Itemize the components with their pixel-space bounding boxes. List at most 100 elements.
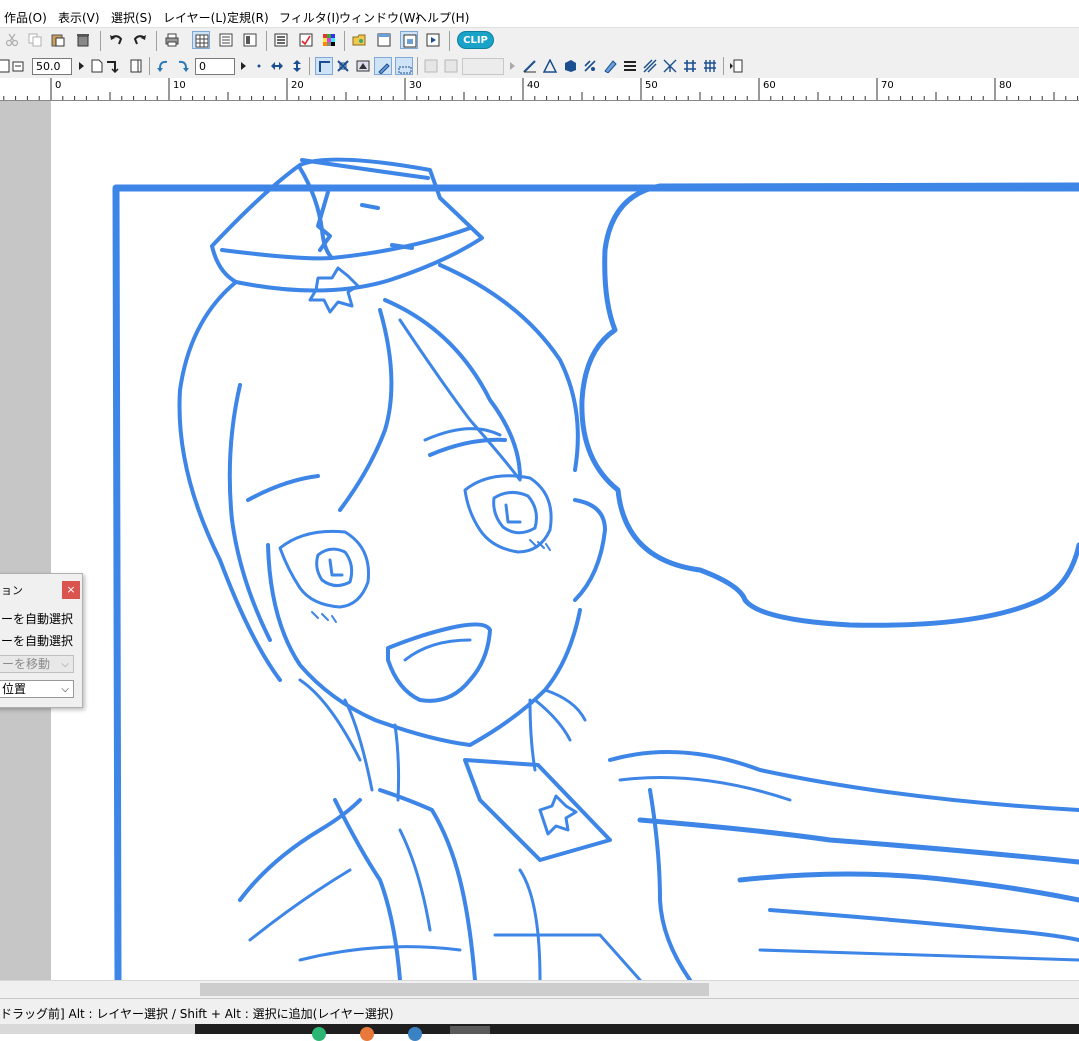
ruler-label-50: 50 xyxy=(645,80,658,91)
animation-icon[interactable] xyxy=(424,31,442,49)
sleeve-lower xyxy=(737,871,1079,903)
ruler-label-40: 40 xyxy=(527,80,540,91)
select-invert-icon[interactable] xyxy=(354,57,372,75)
layer-panel-icon[interactable] xyxy=(272,31,290,49)
menu-item-help[interactable]: ヘルプ(H) xyxy=(415,9,469,26)
menu-item-select[interactable]: 選択(S) xyxy=(111,9,152,26)
toolbar-separator xyxy=(417,57,418,75)
more-commands-icon[interactable] xyxy=(727,57,745,75)
collar-left xyxy=(378,788,477,980)
menu-item-filter[interactable]: フィルタ(I) xyxy=(279,9,340,26)
material-icon[interactable] xyxy=(350,31,368,49)
line-art-canvas[interactable] xyxy=(51,101,1079,980)
collar-right xyxy=(463,758,612,862)
menu-item-ruler[interactable]: 定規(R) xyxy=(227,9,269,26)
speech-bubble xyxy=(579,182,1079,628)
select-all-icon[interactable] xyxy=(334,57,352,75)
taskbar-active-app[interactable] xyxy=(450,1026,490,1034)
color-palette-icon[interactable] xyxy=(320,31,338,49)
page-manage-icon[interactable] xyxy=(127,57,145,75)
taskbar-app-icon[interactable] xyxy=(360,1027,374,1041)
focus-lines-icon[interactable] xyxy=(661,57,679,75)
shoulder-left-2 xyxy=(248,868,352,942)
tongue xyxy=(403,638,472,662)
special-ruler-icon[interactable] xyxy=(561,57,579,75)
ruler-pen-icon[interactable] xyxy=(521,57,539,75)
clear-icon[interactable] xyxy=(74,31,92,49)
menu-item-view[interactable]: 表示(V) xyxy=(58,9,100,26)
cut-icon[interactable] xyxy=(3,31,21,49)
left-eye xyxy=(278,529,371,609)
horizontal-ruler: 0 10 20 30 40 50 60 70 80 xyxy=(0,78,1079,101)
paste-icon[interactable] xyxy=(49,31,67,49)
view-grid-icon[interactable] xyxy=(192,31,210,49)
panel-option-auto-select-1[interactable]: ーを自動選択 xyxy=(1,610,73,627)
select-corner-icon[interactable] xyxy=(315,57,333,75)
jacket-front xyxy=(493,868,642,980)
menu-bar: 作品(O) 表示(V) 選択(S) レイヤー(L) 定規(R) フィルタ(I) … xyxy=(0,6,1079,27)
hat-fold-2 xyxy=(316,190,332,252)
ear-right xyxy=(573,498,607,602)
rotate-left-icon[interactable] xyxy=(154,57,172,75)
symmetry-ruler-icon[interactable] xyxy=(581,57,599,75)
taskbar-app-icon[interactable] xyxy=(312,1027,326,1041)
print-icon[interactable] xyxy=(163,31,181,49)
view-story-icon[interactable] xyxy=(241,31,259,49)
hash-grid-icon[interactable] xyxy=(701,57,719,75)
hair-side-right xyxy=(438,263,580,472)
hair-back-right xyxy=(533,688,587,742)
sleeve-fold xyxy=(648,788,692,980)
panel-option-auto-select-2[interactable]: ーを自動選択 xyxy=(1,632,73,649)
status-text: ドラッグ前] Alt : レイヤー選択 / Shift + Alt : 選択に追… xyxy=(0,1007,394,1021)
disabled-field xyxy=(462,58,504,75)
select-dotted-icon[interactable] xyxy=(395,57,413,75)
radial-lines-icon[interactable] xyxy=(641,57,659,75)
canvas-area[interactable] xyxy=(0,101,1079,980)
ruler-label-60: 60 xyxy=(763,80,776,91)
ruler-label-70: 70 xyxy=(881,80,894,91)
cuff-line xyxy=(758,948,1079,962)
redo-icon[interactable] xyxy=(131,31,149,49)
scrollbar-thumb[interactable] xyxy=(200,983,709,996)
os-taskbar xyxy=(0,1024,1079,1041)
copy-icon[interactable] xyxy=(26,31,44,49)
ruler-edit-icon[interactable] xyxy=(601,57,619,75)
horizontal-scrollbar[interactable] xyxy=(0,980,1079,998)
flip-icon[interactable] xyxy=(104,57,122,75)
hat-highlight xyxy=(360,203,414,250)
disabled-tool-icon xyxy=(422,57,440,75)
reset-rotation-icon[interactable] xyxy=(250,57,268,75)
zoom-field[interactable]: 50.0 xyxy=(32,58,72,75)
menu-item-work[interactable]: 作品(O) xyxy=(4,9,47,26)
menu-item-window[interactable]: ウィンドウ(W) xyxy=(339,9,420,26)
status-bar: ドラッグ前] Alt : レイヤー選択 / Shift + Alt : 選択に追… xyxy=(0,998,1079,1025)
flip-horizontal-icon[interactable] xyxy=(268,57,286,75)
select-pen-icon[interactable] xyxy=(374,57,392,75)
perspective-ruler-icon[interactable] xyxy=(541,57,559,75)
view-page-icon[interactable] xyxy=(217,31,235,49)
sub-view-icon[interactable] xyxy=(400,31,418,49)
clip-logo[interactable]: CLIP xyxy=(457,31,494,49)
flip-vertical-icon[interactable] xyxy=(288,57,306,75)
sleeve-lower-2 xyxy=(768,908,1079,942)
panel-close-button[interactable]: × xyxy=(62,581,80,599)
blush-left xyxy=(311,611,337,623)
panel-position-select[interactable]: 位置 ⌵ xyxy=(0,680,74,698)
rotation-field[interactable]: 0 xyxy=(195,58,235,75)
panel-move-select: ーを移動 ⌵ xyxy=(0,655,74,673)
undo-icon[interactable] xyxy=(107,31,125,49)
menu-item-layer[interactable]: レイヤー(L) xyxy=(163,9,227,26)
right-pupil xyxy=(504,503,522,524)
grid-ruler-icon[interactable] xyxy=(681,57,699,75)
taskbar-search-area[interactable] xyxy=(0,1024,195,1034)
parallel-lines-icon[interactable] xyxy=(621,57,639,75)
property-panel-icon[interactable] xyxy=(297,31,315,49)
rotate-right-icon[interactable] xyxy=(174,57,192,75)
ruler-label-10: 10 xyxy=(173,80,186,91)
taskbar-app-icon[interactable] xyxy=(408,1027,422,1041)
zoom-out-icon[interactable] xyxy=(10,57,28,75)
navigator-icon[interactable] xyxy=(375,31,393,49)
right-iris xyxy=(492,491,538,535)
sleeve-upper xyxy=(637,817,1079,865)
panel-move-select-value: ーを移動 xyxy=(2,657,51,671)
